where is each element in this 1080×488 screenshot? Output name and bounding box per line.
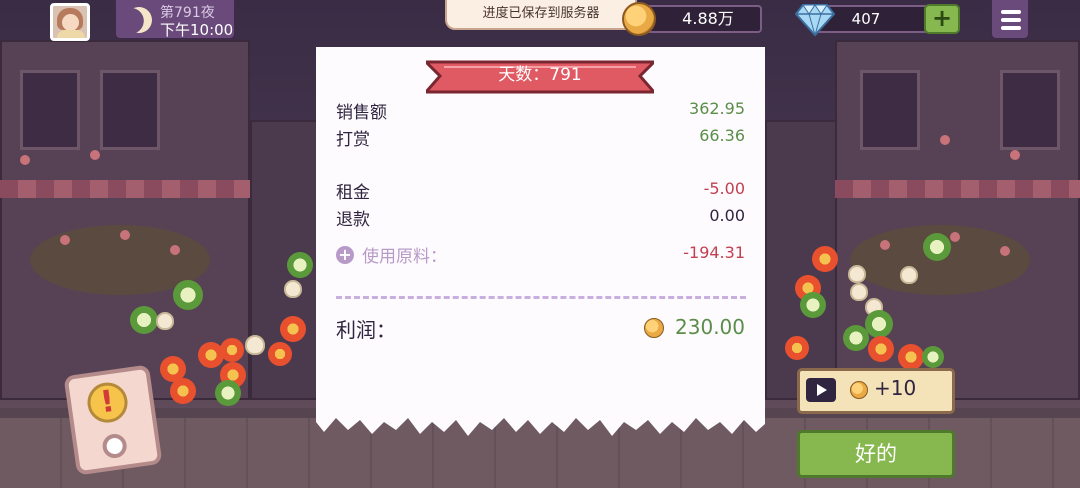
refund-label: 退款 <box>336 210 370 230</box>
ok-button[interactable]: 好的 <box>797 430 955 478</box>
coin-icon <box>622 2 656 36</box>
profit-value: 230.00 <box>675 315 745 339</box>
gem-balance: 407 <box>851 10 881 28</box>
video-play-icon <box>806 378 836 402</box>
ingredients-label[interactable]: 使用原料： <box>362 242 447 267</box>
refund-value: 0.00 <box>709 206 745 225</box>
clock-time: 下午10:00 <box>160 21 234 39</box>
save-toast: 进度已保存到服务器 <box>445 0 637 30</box>
plus-circle-icon[interactable]: + <box>336 246 354 264</box>
divider <box>336 296 746 299</box>
phone-alert-button[interactable]: ! <box>63 364 163 476</box>
rent-label: 租金 <box>336 183 370 203</box>
diamond-icon <box>795 4 835 37</box>
profit-label: 利润： <box>336 318 396 342</box>
tips-label: 打赏 <box>336 130 370 150</box>
rent-value: -5.00 <box>703 179 745 198</box>
add-gems-button[interactable]: + <box>924 4 960 34</box>
coin-icon <box>850 381 868 399</box>
coin-balance: 4.88万 <box>682 9 734 28</box>
tips-value: 66.36 <box>699 126 745 145</box>
ad-reward-amount: +10 <box>874 376 917 400</box>
moon-icon <box>122 3 155 36</box>
hamburger-menu-icon[interactable] <box>990 0 1030 40</box>
day-count: 天数：791 <box>498 65 582 85</box>
ingredients-value: -194.31 <box>683 243 745 262</box>
sales-value: 362.95 <box>689 99 745 118</box>
day-time-panel: 第791夜 下午10:00 <box>114 0 236 40</box>
sales-label: 销售额 <box>336 103 387 123</box>
receipt-torn-edge <box>316 412 765 436</box>
coin-icon <box>644 318 664 338</box>
avatar[interactable] <box>50 3 90 41</box>
